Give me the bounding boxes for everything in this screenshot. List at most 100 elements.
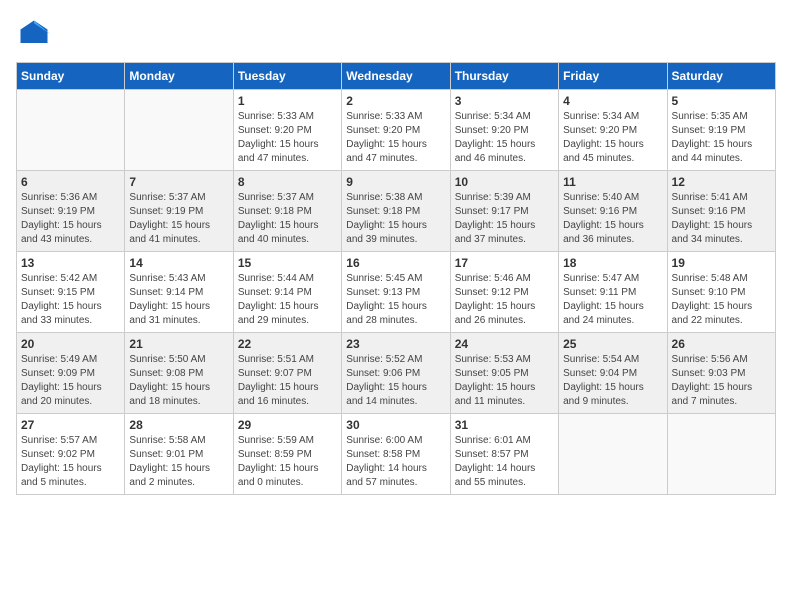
- calendar-day-cell: 5 Sunrise: 5:35 AM Sunset: 9:19 PM Daylig…: [667, 90, 775, 171]
- calendar-day-cell: 8 Sunrise: 5:37 AM Sunset: 9:18 PM Daylig…: [233, 171, 341, 252]
- calendar-day-cell: 10 Sunrise: 5:39 AM Sunset: 9:17 PM Dayli…: [450, 171, 558, 252]
- day-info: Sunrise: 5:47 AM Sunset: 9:11 PM Dayligh…: [563, 272, 662, 328]
- calendar-day-cell: 29 Sunrise: 5:59 AM Sunset: 8:59 PM Dayli…: [233, 414, 341, 495]
- calendar-day-cell: 9 Sunrise: 5:38 AM Sunset: 9:18 PM Daylig…: [342, 171, 450, 252]
- calendar-header-row: SundayMondayTuesdayWednesdayThursdayFrid…: [17, 63, 776, 90]
- day-number: 8: [238, 175, 337, 189]
- day-number: 24: [455, 337, 554, 351]
- calendar-day-header: Saturday: [667, 63, 775, 90]
- day-info: Sunrise: 5:34 AM Sunset: 9:20 PM Dayligh…: [563, 110, 662, 166]
- day-info: Sunrise: 5:50 AM Sunset: 9:08 PM Dayligh…: [129, 353, 228, 409]
- day-info: Sunrise: 6:00 AM Sunset: 8:58 PM Dayligh…: [346, 434, 445, 490]
- day-info: Sunrise: 5:37 AM Sunset: 9:18 PM Dayligh…: [238, 191, 337, 247]
- day-number: 5: [672, 94, 771, 108]
- calendar-day-cell: 12 Sunrise: 5:41 AM Sunset: 9:16 PM Dayli…: [667, 171, 775, 252]
- day-info: Sunrise: 6:01 AM Sunset: 8:57 PM Dayligh…: [455, 434, 554, 490]
- day-number: 18: [563, 256, 662, 270]
- day-info: Sunrise: 5:56 AM Sunset: 9:03 PM Dayligh…: [672, 353, 771, 409]
- day-info: Sunrise: 5:52 AM Sunset: 9:06 PM Dayligh…: [346, 353, 445, 409]
- day-info: Sunrise: 5:53 AM Sunset: 9:05 PM Dayligh…: [455, 353, 554, 409]
- day-info: Sunrise: 5:46 AM Sunset: 9:12 PM Dayligh…: [455, 272, 554, 328]
- calendar-day-cell: 2 Sunrise: 5:33 AM Sunset: 9:20 PM Daylig…: [342, 90, 450, 171]
- day-info: Sunrise: 5:48 AM Sunset: 9:10 PM Dayligh…: [672, 272, 771, 328]
- day-number: 10: [455, 175, 554, 189]
- calendar-day-cell: 11 Sunrise: 5:40 AM Sunset: 9:16 PM Dayli…: [559, 171, 667, 252]
- day-info: Sunrise: 5:59 AM Sunset: 8:59 PM Dayligh…: [238, 434, 337, 490]
- day-number: 14: [129, 256, 228, 270]
- calendar-day-header: Thursday: [450, 63, 558, 90]
- calendar-day-cell: 18 Sunrise: 5:47 AM Sunset: 9:11 PM Dayli…: [559, 252, 667, 333]
- calendar-table: SundayMondayTuesdayWednesdayThursdayFrid…: [16, 62, 776, 495]
- day-number: 4: [563, 94, 662, 108]
- day-number: 29: [238, 418, 337, 432]
- page-header: [16, 16, 776, 52]
- calendar-day-cell: 20Sunrise: 5:49 AM Sunset: 9:09 PM Dayli…: [17, 333, 125, 414]
- calendar-day-cell: 13Sunrise: 5:42 AM Sunset: 9:15 PM Dayli…: [17, 252, 125, 333]
- day-number: 12: [672, 175, 771, 189]
- day-info: Sunrise: 5:36 AM Sunset: 9:19 PM Dayligh…: [21, 191, 120, 247]
- calendar-day-cell: 26 Sunrise: 5:56 AM Sunset: 9:03 PM Dayli…: [667, 333, 775, 414]
- calendar-day-cell: 7Sunrise: 5:37 AM Sunset: 9:19 PM Daylig…: [125, 171, 233, 252]
- day-number: 27: [21, 418, 120, 432]
- calendar-week-row: 13Sunrise: 5:42 AM Sunset: 9:15 PM Dayli…: [17, 252, 776, 333]
- day-number: 21: [129, 337, 228, 351]
- day-info: Sunrise: 5:34 AM Sunset: 9:20 PM Dayligh…: [455, 110, 554, 166]
- calendar-day-cell: 17 Sunrise: 5:46 AM Sunset: 9:12 PM Dayli…: [450, 252, 558, 333]
- calendar-day-cell: 1 Sunrise: 5:33 AM Sunset: 9:20 PM Daylig…: [233, 90, 341, 171]
- calendar-day-cell: 16Sunrise: 5:45 AM Sunset: 9:13 PM Dayli…: [342, 252, 450, 333]
- day-info: Sunrise: 5:44 AM Sunset: 9:14 PM Dayligh…: [238, 272, 337, 328]
- day-number: 1: [238, 94, 337, 108]
- calendar-day-cell: 25 Sunrise: 5:54 AM Sunset: 9:04 PM Dayli…: [559, 333, 667, 414]
- day-info: Sunrise: 5:40 AM Sunset: 9:16 PM Dayligh…: [563, 191, 662, 247]
- day-number: 6: [21, 175, 120, 189]
- day-info: Sunrise: 5:41 AM Sunset: 9:16 PM Dayligh…: [672, 191, 771, 247]
- calendar-day-header: Sunday: [17, 63, 125, 90]
- calendar-day-cell: 23 Sunrise: 5:52 AM Sunset: 9:06 PM Dayli…: [342, 333, 450, 414]
- day-number: 2: [346, 94, 445, 108]
- calendar-day-cell: 27 Sunrise: 5:57 AM Sunset: 9:02 PM Dayli…: [17, 414, 125, 495]
- calendar-day-cell: 28 Sunrise: 5:58 AM Sunset: 9:01 PM Dayli…: [125, 414, 233, 495]
- day-info: Sunrise: 5:39 AM Sunset: 9:17 PM Dayligh…: [455, 191, 554, 247]
- day-number: 3: [455, 94, 554, 108]
- calendar-day-cell: 3 Sunrise: 5:34 AM Sunset: 9:20 PM Daylig…: [450, 90, 558, 171]
- day-number: 30: [346, 418, 445, 432]
- day-number: 11: [563, 175, 662, 189]
- day-number: 23: [346, 337, 445, 351]
- day-number: 26: [672, 337, 771, 351]
- day-info: Sunrise: 5:57 AM Sunset: 9:02 PM Dayligh…: [21, 434, 120, 490]
- calendar-day-cell: 31 Sunrise: 6:01 AM Sunset: 8:57 PM Dayli…: [450, 414, 558, 495]
- day-number: 7: [129, 175, 228, 189]
- day-info: Sunrise: 5:33 AM Sunset: 9:20 PM Dayligh…: [238, 110, 337, 166]
- logo-icon: [16, 16, 52, 52]
- day-number: 31: [455, 418, 554, 432]
- day-info: Sunrise: 5:43 AM Sunset: 9:14 PM Dayligh…: [129, 272, 228, 328]
- day-info: Sunrise: 5:33 AM Sunset: 9:20 PM Dayligh…: [346, 110, 445, 166]
- day-info: Sunrise: 5:45 AM Sunset: 9:13 PM Dayligh…: [346, 272, 445, 328]
- day-number: 25: [563, 337, 662, 351]
- day-info: Sunrise: 5:38 AM Sunset: 9:18 PM Dayligh…: [346, 191, 445, 247]
- day-info: Sunrise: 5:42 AM Sunset: 9:15 PM Dayligh…: [21, 272, 120, 328]
- calendar-day-header: Friday: [559, 63, 667, 90]
- day-number: 9: [346, 175, 445, 189]
- day-number: 17: [455, 256, 554, 270]
- day-info: Sunrise: 5:54 AM Sunset: 9:04 PM Dayligh…: [563, 353, 662, 409]
- calendar-week-row: 20Sunrise: 5:49 AM Sunset: 9:09 PM Dayli…: [17, 333, 776, 414]
- calendar-day-cell: 19Sunrise: 5:48 AM Sunset: 9:10 PM Dayli…: [667, 252, 775, 333]
- day-info: Sunrise: 5:35 AM Sunset: 9:19 PM Dayligh…: [672, 110, 771, 166]
- day-info: Sunrise: 5:51 AM Sunset: 9:07 PM Dayligh…: [238, 353, 337, 409]
- day-info: Sunrise: 5:58 AM Sunset: 9:01 PM Dayligh…: [129, 434, 228, 490]
- day-number: 15: [238, 256, 337, 270]
- calendar-day-cell: 14 Sunrise: 5:43 AM Sunset: 9:14 PM Dayli…: [125, 252, 233, 333]
- calendar-day-cell: [667, 414, 775, 495]
- calendar-day-cell: [17, 90, 125, 171]
- day-number: 28: [129, 418, 228, 432]
- calendar-day-cell: 30 Sunrise: 6:00 AM Sunset: 8:58 PM Dayli…: [342, 414, 450, 495]
- calendar-week-row: 27 Sunrise: 5:57 AM Sunset: 9:02 PM Dayli…: [17, 414, 776, 495]
- calendar-week-row: 1 Sunrise: 5:33 AM Sunset: 9:20 PM Daylig…: [17, 90, 776, 171]
- day-number: 20: [21, 337, 120, 351]
- calendar-day-cell: 6 Sunrise: 5:36 AM Sunset: 9:19 PM Daylig…: [17, 171, 125, 252]
- calendar-day-cell: 24 Sunrise: 5:53 AM Sunset: 9:05 PM Dayli…: [450, 333, 558, 414]
- calendar-day-cell: [559, 414, 667, 495]
- calendar-day-cell: 21 Sunrise: 5:50 AM Sunset: 9:08 PM Dayli…: [125, 333, 233, 414]
- calendar-week-row: 6 Sunrise: 5:36 AM Sunset: 9:19 PM Daylig…: [17, 171, 776, 252]
